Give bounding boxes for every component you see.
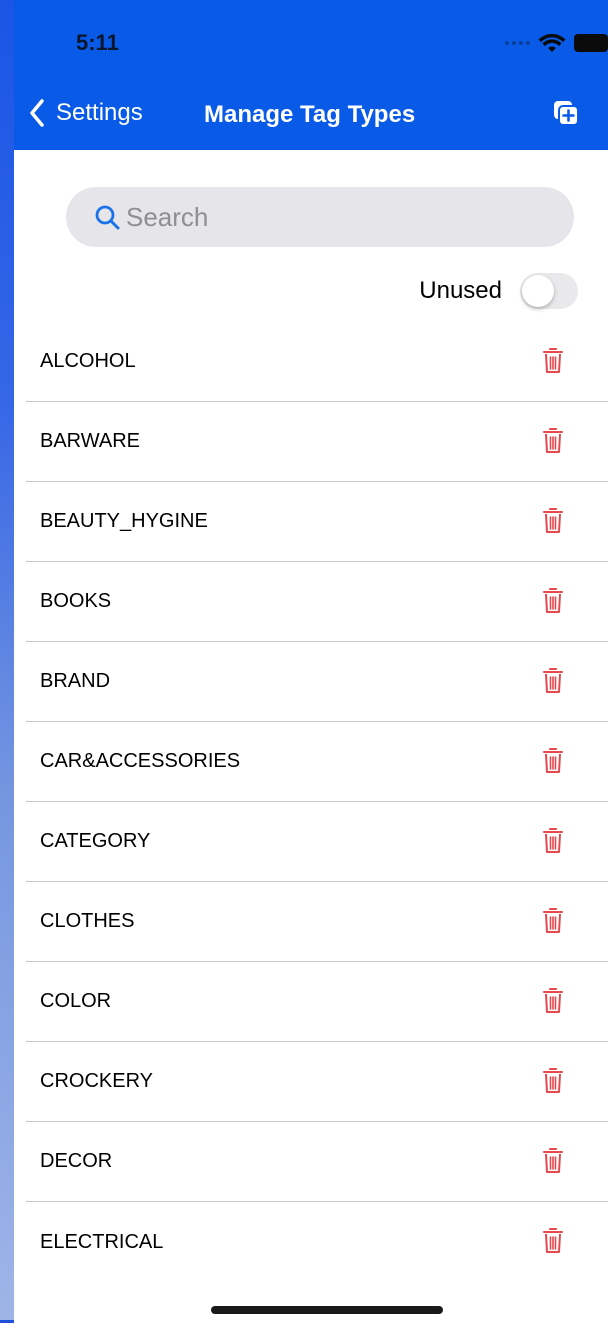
navigation-header: 5:11 Settings Manage Tag Types	[14, 0, 608, 150]
status-indicators	[505, 33, 608, 53]
trash-icon[interactable]	[542, 506, 564, 535]
battery-icon	[574, 34, 608, 52]
unused-filter: Unused	[419, 273, 578, 309]
list-item[interactable]: CLOTHES	[26, 882, 608, 962]
trash-icon[interactable]	[542, 586, 564, 615]
status-time: 5:11	[76, 30, 119, 55]
list-item[interactable]: BOOKS	[26, 562, 608, 642]
list-item[interactable]: DECOR	[26, 1122, 608, 1202]
trash-icon[interactable]	[542, 346, 564, 375]
page-title: Manage Tag Types	[204, 101, 416, 128]
list-item[interactable]: BARWARE	[26, 402, 608, 482]
tag-type-label: BOOKS	[40, 590, 112, 612]
chevron-left-icon	[30, 99, 44, 127]
background-strip	[0, 0, 14, 1323]
list-item[interactable]: ELECTRICAL	[26, 1202, 608, 1282]
tag-type-label: CROCKERY	[40, 1070, 153, 1092]
trash-icon[interactable]	[542, 426, 564, 455]
unused-toggle-label: Unused	[419, 277, 502, 304]
list-item[interactable]: CROCKERY	[26, 1042, 608, 1122]
trash-icon[interactable]	[542, 826, 564, 855]
add-copy-icon[interactable]	[552, 99, 580, 127]
trash-icon[interactable]	[542, 1066, 564, 1095]
search-icon	[95, 205, 120, 230]
tag-type-list: ALCOHOL BARWARE BEAUTY_HYGINE BOOKS BRAN…	[14, 322, 608, 1282]
trash-icon[interactable]	[542, 1226, 564, 1255]
tag-type-label: COLOR	[40, 990, 112, 1012]
list-item[interactable]: BEAUTY_HYGINE	[26, 482, 608, 562]
tag-type-label: CAR&ACCESSORIES	[40, 750, 241, 772]
tag-type-label: BRAND	[40, 670, 111, 692]
tag-type-label: ALCOHOL	[40, 350, 136, 372]
tag-type-label: BARWARE	[40, 430, 141, 452]
unused-toggle-knob	[522, 275, 554, 307]
search-input[interactable]	[126, 201, 546, 233]
tag-type-label: CATEGORY	[40, 830, 151, 852]
list-item[interactable]: COLOR	[26, 962, 608, 1042]
app-screen: 5:11 Settings Manage Tag Types Search Un…	[14, 0, 608, 1323]
unused-toggle[interactable]	[520, 273, 578, 309]
back-button-label: Settings	[56, 99, 143, 126]
list-item[interactable]: ALCOHOL	[26, 322, 608, 402]
list-item[interactable]: BRAND	[26, 642, 608, 722]
list-item[interactable]: CATEGORY	[26, 802, 608, 882]
trash-icon[interactable]	[542, 666, 564, 695]
trash-icon[interactable]	[542, 746, 564, 775]
back-button[interactable]: Settings	[28, 98, 143, 128]
tag-type-label: ELECTRICAL	[40, 1230, 164, 1253]
trash-icon[interactable]	[542, 986, 564, 1015]
list-item[interactable]: CAR&ACCESSORIES	[26, 722, 608, 802]
tag-type-label: BEAUTY_HYGINE	[40, 510, 208, 532]
home-indicator[interactable]	[211, 1306, 443, 1314]
tag-type-label: CLOTHES	[40, 910, 135, 932]
search-bar[interactable]	[66, 187, 574, 247]
trash-icon[interactable]	[542, 1146, 564, 1175]
tag-type-label: DECOR	[40, 1150, 113, 1172]
trash-icon[interactable]	[542, 906, 564, 935]
signal-icon	[505, 41, 530, 45]
wifi-icon	[538, 33, 566, 52]
